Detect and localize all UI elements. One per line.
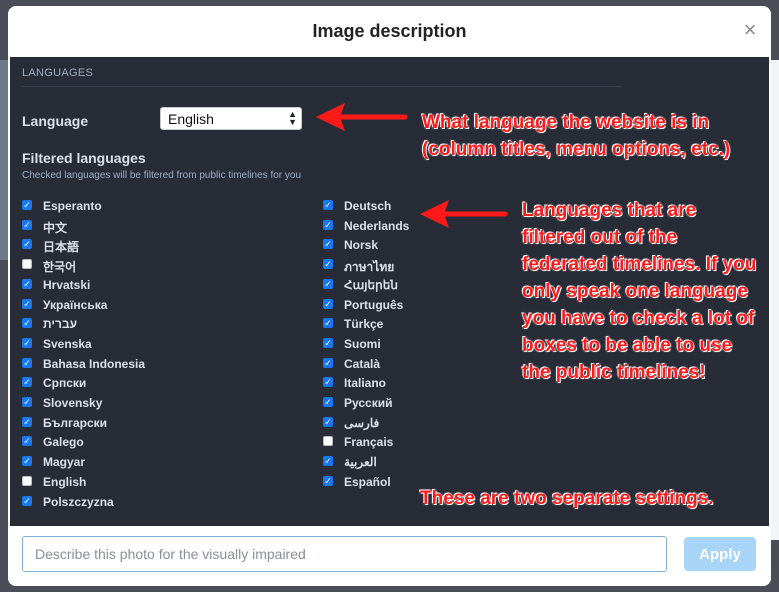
checkbox-checked[interactable]: ✓ <box>323 416 333 427</box>
language-option-label: Norsk <box>344 238 379 253</box>
checkbox-unchecked[interactable] <box>22 259 32 270</box>
checkbox-checked[interactable]: ✓ <box>22 278 32 289</box>
language-option-label: Suomi <box>344 336 381 351</box>
language-option-label: Svenska <box>43 336 92 351</box>
checkbox-unchecked[interactable] <box>323 436 333 447</box>
language-option-label: Русский <box>344 396 393 410</box>
language-option-label: Հայերեն <box>344 277 398 292</box>
language-option-label: Български <box>43 415 108 430</box>
language-option-label: Српски <box>43 376 87 391</box>
close-icon[interactable]: × <box>739 19 761 42</box>
language-option-label: Nederlands <box>344 218 410 233</box>
checkbox-checked[interactable]: ✓ <box>22 495 32 506</box>
image-description-modal: Image description × LANGUAGES Language E… <box>8 6 771 586</box>
checkbox-checked[interactable]: ✓ <box>323 397 333 407</box>
language-option-label: Bahasa Indonesia <box>43 356 146 371</box>
annotation-separate: These are two separate settings. <box>420 488 714 509</box>
checkbox-checked[interactable]: ✓ <box>22 456 32 467</box>
checkbox-checked[interactable]: ✓ <box>22 219 32 230</box>
language-option-label: 日本語 <box>43 240 80 255</box>
language-option-label: 한국어 <box>43 260 77 275</box>
checkbox-checked[interactable]: ✓ <box>323 456 333 467</box>
modal-footer: Apply <box>8 526 771 586</box>
checkbox-checked[interactable]: ✓ <box>22 239 32 250</box>
background-sidebar <box>0 60 8 260</box>
checkbox-checked[interactable]: ✓ <box>323 200 333 210</box>
language-option-label: Esperanto <box>43 199 102 213</box>
modal-header: Image description × <box>8 6 771 58</box>
divider <box>22 86 622 87</box>
checkbox-checked[interactable]: ✓ <box>323 357 333 368</box>
checkbox-checked[interactable]: ✓ <box>22 357 32 368</box>
checkbox-checked[interactable]: ✓ <box>22 318 32 329</box>
annotation-filtered: Languages that are filtered out of the f… <box>522 200 757 383</box>
language-select[interactable]: English ▲ ▼ <box>160 107 302 130</box>
language-option-label: Türkçe <box>344 317 384 332</box>
language-select-value: English <box>168 111 214 127</box>
language-option-label: 中文 <box>43 220 68 235</box>
checkbox-checked[interactable]: ✓ <box>323 278 333 289</box>
checkbox-checked[interactable]: ✓ <box>323 219 333 230</box>
checkbox-checked[interactable]: ✓ <box>22 337 32 348</box>
checkbox-checked[interactable]: ✓ <box>323 259 333 270</box>
language-option-label: Galego <box>43 435 84 450</box>
language-option-label: Hrvatski <box>43 277 91 292</box>
language-option-label: العربية <box>344 455 377 470</box>
language-settings-panel: LANGUAGES Language English ▲ ▼ Filtered l… <box>10 57 769 526</box>
checkbox-checked[interactable]: ✓ <box>22 200 32 210</box>
select-arrows-icon: ▲ ▼ <box>288 109 297 127</box>
checkbox-checked[interactable]: ✓ <box>323 377 333 388</box>
checkbox-unchecked[interactable] <box>22 475 32 486</box>
section-title: LANGUAGES <box>22 67 94 79</box>
language-option-label: עברית <box>43 317 78 332</box>
checkbox-checked[interactable]: ✓ <box>22 436 32 447</box>
filtered-languages-title: Filtered languages <box>22 150 146 166</box>
checkbox-checked[interactable]: ✓ <box>323 239 333 250</box>
checkbox-checked[interactable]: ✓ <box>323 475 333 486</box>
language-option-label: Deutsch <box>344 199 392 213</box>
checkbox-checked[interactable]: ✓ <box>22 377 32 388</box>
language-option-label: فارسی <box>344 415 380 430</box>
checkbox-checked[interactable]: ✓ <box>22 397 32 407</box>
filtered-languages-hint: Checked languages will be filtered from … <box>22 170 302 181</box>
language-option-label: Slovensky <box>43 396 103 410</box>
annotation-language: What language the website is in (column … <box>422 112 731 160</box>
language-option-label: ภาษาไทย <box>344 260 395 275</box>
language-option-label: English <box>43 474 87 489</box>
apply-button[interactable]: Apply <box>684 537 756 571</box>
language-label: Language <box>22 113 89 129</box>
checkbox-checked[interactable]: ✓ <box>323 337 333 348</box>
language-option-label: Français <box>344 435 394 450</box>
language-option-label: Português <box>344 297 404 312</box>
language-option-label: Italiano <box>344 376 387 391</box>
image-description-input[interactable] <box>22 536 667 572</box>
modal-title: Image description <box>312 21 467 41</box>
language-option-label: Magyar <box>43 455 86 470</box>
checkbox-checked[interactable]: ✓ <box>323 318 333 329</box>
language-option-label: Українська <box>43 297 108 312</box>
language-option-label: Polszczyzna <box>43 494 114 509</box>
checkbox-checked[interactable]: ✓ <box>22 298 32 309</box>
language-option-label: Català <box>344 356 381 371</box>
checkbox-checked[interactable]: ✓ <box>323 298 333 309</box>
checkbox-checked[interactable]: ✓ <box>22 416 32 427</box>
language-option-label: Español <box>344 474 391 489</box>
